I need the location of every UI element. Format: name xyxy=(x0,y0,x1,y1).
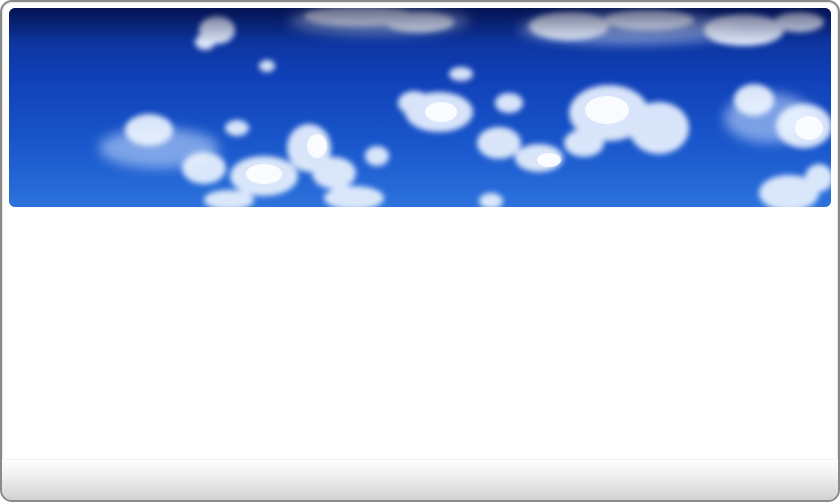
footer-bar xyxy=(2,459,838,500)
banner-top-shade xyxy=(9,8,831,42)
window-frame xyxy=(0,0,840,502)
content-area xyxy=(9,210,831,460)
header-banner-image xyxy=(9,8,831,207)
